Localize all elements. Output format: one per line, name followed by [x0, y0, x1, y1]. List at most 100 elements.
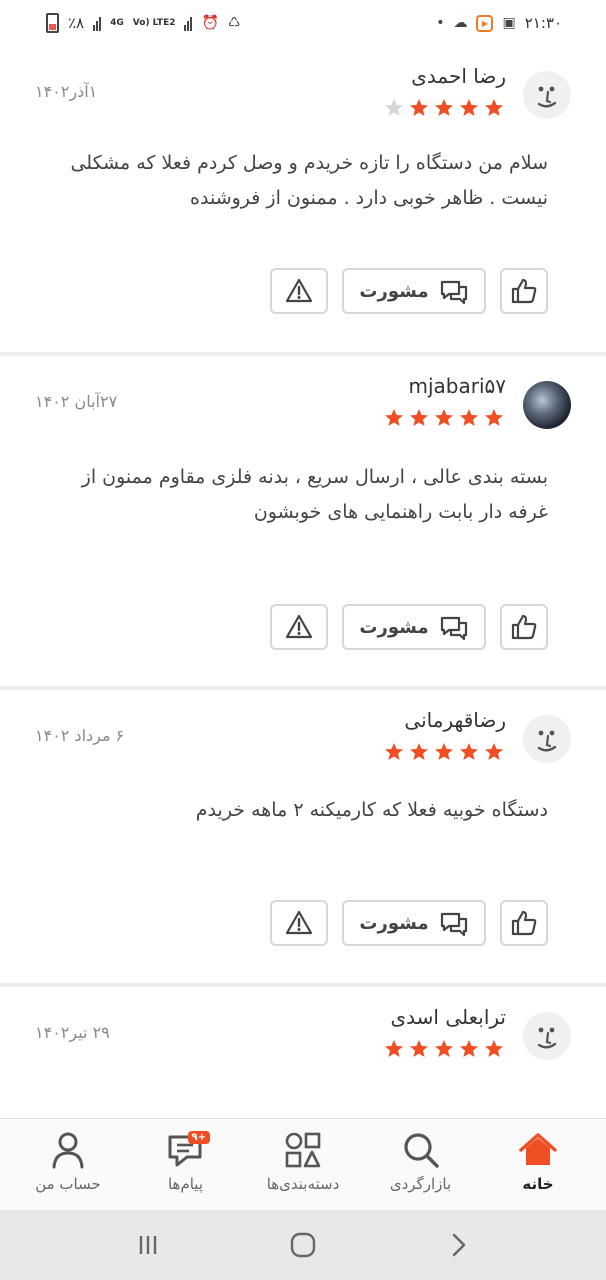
search-icon [403, 1133, 439, 1168]
system-nav-bar [0, 1210, 606, 1280]
dot-icon: • [436, 15, 445, 31]
categories-icon [285, 1132, 321, 1168]
home-circle-icon[interactable] [287, 1229, 319, 1261]
warning-icon [285, 614, 313, 639]
clock: ۲۱:۳۰ [524, 14, 562, 32]
like-button[interactable] [500, 900, 548, 946]
star-filled-icon [460, 1040, 478, 1057]
consult-button[interactable]: مشورت [342, 268, 486, 314]
review-card: mjabari۵۷ ۲۷آبان ۱۴۰۲ بسته بندی عالی ، ا… [0, 356, 606, 690]
chat-bubbles-icon [440, 912, 467, 937]
recents-icon[interactable] [132, 1229, 164, 1261]
tab-messages[interactable]: ۹+ پیام‌ها [130, 1119, 242, 1210]
rating-stars [384, 98, 504, 118]
star-filled-icon [485, 99, 503, 116]
tab-explore-label: بازارگردی [389, 1175, 452, 1193]
status-right: • ☁ ▶ ▣ ۲۱:۳۰ [436, 14, 562, 32]
review-card: ترابعلی اسدی ۲۹ تیر۱۴۰۲ [0, 987, 606, 1118]
star-filled-icon [460, 409, 478, 426]
alarm-icon: ⏰ [201, 15, 219, 31]
star-filled-icon [485, 743, 503, 760]
signal-icon [93, 15, 102, 31]
star-filled-icon [410, 743, 428, 760]
reviewer-name: رضا احمدی [411, 64, 506, 88]
app-play-icon: ▶ [476, 14, 494, 32]
back-chevron-icon[interactable] [442, 1229, 474, 1261]
status-left: ٪۸ 4G Vo) LTE2 ⏰ ♺ [46, 13, 240, 33]
messages-badge: ۹+ [187, 1131, 210, 1144]
review-actions: مشورت [270, 268, 548, 314]
review-date: ۲۷آبان ۱۴۰۲ [35, 392, 118, 411]
rating-stars [384, 1039, 504, 1059]
thumbs-up-icon [511, 278, 537, 304]
recycle-icon: ♺ [227, 15, 241, 31]
thumbs-up-icon [511, 910, 537, 936]
star-filled-icon [435, 1040, 453, 1057]
star-filled-icon [485, 409, 503, 426]
network-4g-label: 4G [110, 17, 124, 28]
tab-account-label: حساب من [35, 1175, 101, 1193]
review-date: ۲۹ تیر۱۴۰۲ [35, 1023, 110, 1042]
tab-home-label: خانه [522, 1175, 554, 1193]
consult-button[interactable]: مشورت [342, 900, 486, 946]
like-button[interactable] [500, 604, 548, 650]
star-filled-icon [435, 99, 453, 116]
star-filled-icon [385, 1040, 403, 1057]
chat-bubbles-icon [440, 280, 467, 305]
smiley-avatar-icon [523, 1012, 571, 1060]
warning-icon [285, 278, 313, 303]
tab-account[interactable]: حساب من [12, 1119, 124, 1210]
photo-avatar [523, 381, 571, 429]
star-filled-icon [435, 743, 453, 760]
reviewer-name: ترابعلی اسدی [390, 1005, 507, 1029]
rating-stars [384, 742, 504, 762]
review-card: رضاقهرمانی ۶ مرداد ۱۴۰۲ دستگاه خوبیه فعل… [0, 690, 606, 987]
smiley-avatar-icon [523, 71, 571, 119]
tab-messages-label: پیام‌ها [167, 1175, 204, 1193]
battery-icon [46, 13, 59, 33]
star-filled-icon [435, 409, 453, 426]
tab-home[interactable]: خانه [482, 1119, 594, 1210]
consult-label: مشورت [359, 912, 429, 934]
image-icon: ▣ [502, 15, 516, 31]
review-text: بسته بندی عالی ، ارسال سریع ، بدنه فلزی … [81, 466, 548, 523]
star-filled-icon [410, 99, 428, 116]
consult-button[interactable]: مشورت [342, 604, 486, 650]
review-actions: مشورت [270, 900, 548, 946]
home-icon [519, 1133, 557, 1165]
network-lte-label: Vo) LTE2 [132, 17, 176, 28]
status-bar: ٪۸ 4G Vo) LTE2 ⏰ ♺ • ☁ ▶ ▣ ۲۱:۳۰ [0, 0, 606, 46]
star-filled-icon [385, 409, 403, 426]
review-list[interactable]: رضا احمدی ۱آذر۱۴۰۲ سلام من دستگاه را تاز… [0, 46, 606, 1118]
thumbs-up-icon [511, 614, 537, 640]
chat-bubbles-icon [440, 616, 467, 641]
review-card: رضا احمدی ۱آذر۱۴۰۲ سلام من دستگاه را تاز… [0, 46, 606, 356]
report-button[interactable] [270, 900, 328, 946]
review-actions: مشورت [270, 604, 548, 650]
reviewer-name: mjabari۵۷ [408, 374, 506, 398]
report-button[interactable] [270, 268, 328, 314]
star-filled-icon [460, 743, 478, 760]
review-date: ۱آذر۱۴۰۲ [35, 82, 98, 101]
warning-icon [285, 910, 313, 935]
consult-label: مشورت [359, 616, 429, 638]
star-empty-icon [385, 99, 403, 116]
tab-categories-label: دسته‌بندی‌ها [266, 1175, 340, 1193]
tab-categories[interactable]: دسته‌بندی‌ها [247, 1119, 359, 1210]
user-icon [52, 1132, 84, 1169]
review-text: دستگاه خوبیه فعلا که کارمیکنه ۲ ماهه خری… [195, 799, 548, 821]
star-filled-icon [385, 743, 403, 760]
cloud-icon: ☁ [453, 15, 468, 31]
tab-explore[interactable]: بازارگردی [365, 1119, 477, 1210]
signal-icon-2 [184, 15, 193, 31]
reviewer-name: رضاقهرمانی [404, 708, 506, 732]
consult-label: مشورت [359, 280, 429, 302]
smiley-avatar-icon [523, 715, 571, 763]
report-button[interactable] [270, 604, 328, 650]
star-filled-icon [410, 409, 428, 426]
like-button[interactable] [500, 268, 548, 314]
rating-stars [384, 408, 504, 428]
star-filled-icon [410, 1040, 428, 1057]
review-date: ۶ مرداد ۱۴۰۲ [35, 726, 125, 745]
review-text: سلام من دستگاه را تازه خریدم و وصل کردم … [70, 152, 548, 209]
